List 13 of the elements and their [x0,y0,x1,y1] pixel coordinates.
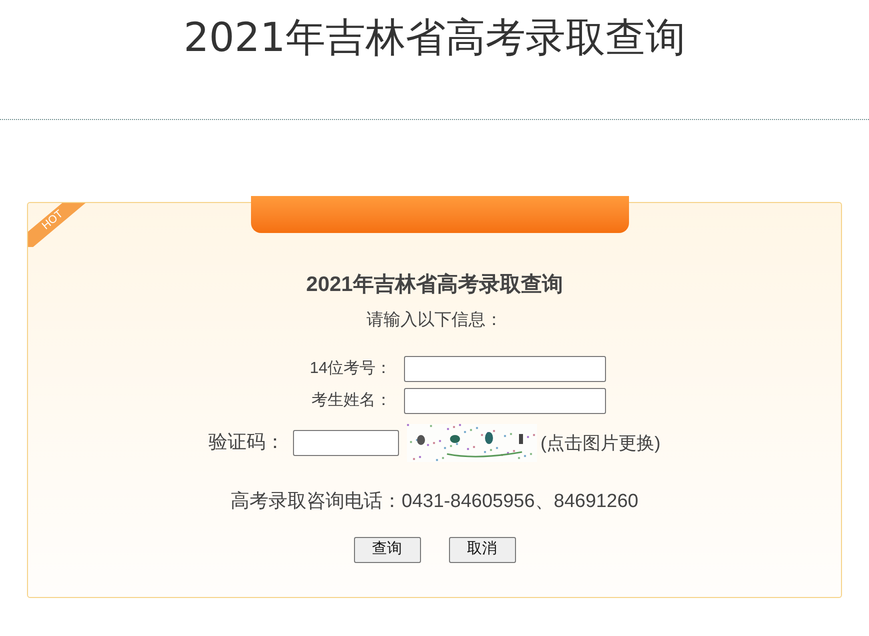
phone-info: 高考录取咨询电话：0431-84605956、84691260 [230,490,638,514]
captcha-field[interactable] [292,430,398,456]
field-label: 验证码： [208,430,284,455]
form-button[interactable]: 取消 [448,536,516,562]
form-button[interactable]: 查询 [354,536,420,562]
field-label: 14位考号： [308,358,392,379]
page-title: 2021年吉林省高考录取查询 [184,14,686,58]
input-field[interactable] [404,356,606,382]
captcha-hint: (点击图片更换) [540,432,660,455]
input-field[interactable] [404,388,606,414]
field-label: 考生姓名： [310,390,392,411]
card-title: 2021年吉林省高考录取查询 [306,272,563,298]
card-subtitle: 请输入以下信息： [366,308,502,330]
